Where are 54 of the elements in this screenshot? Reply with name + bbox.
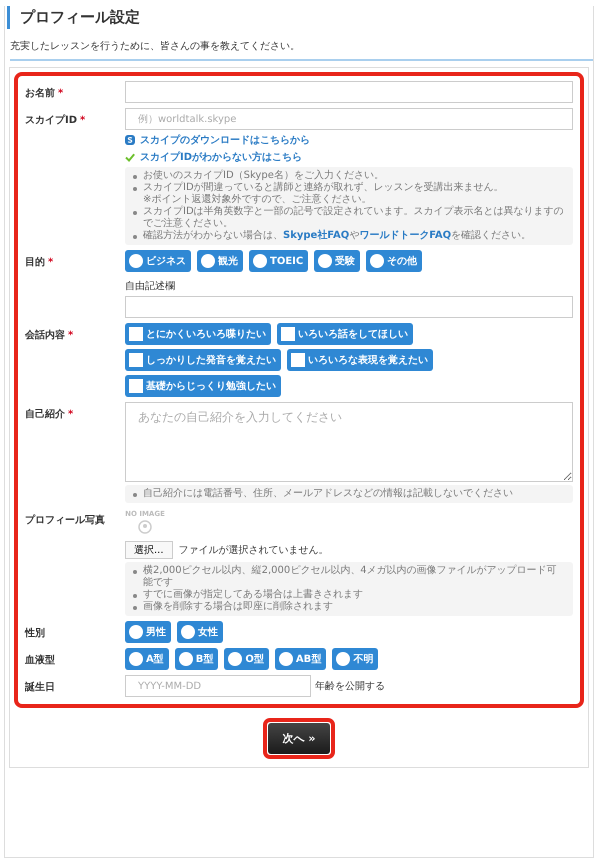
field-label: 目的 * xyxy=(25,256,54,270)
field-label: 会話内容 * xyxy=(25,328,74,343)
help-link[interactable]: スカイプIDがわからない方はこちら xyxy=(140,150,302,164)
next-button[interactable]: 次へ » xyxy=(268,723,330,754)
hint-text: 確認方法がわからない場合は、Skype社FAQやワールドトークFAQを確認ください。 xyxy=(133,230,565,242)
hint-text: 自己紹介には電話番号、住所、メールアドレスなどの情報は記載しないでください xyxy=(133,488,565,500)
hint-text: スカイプIDは半角英数字と一部の記号で設定されています。スカイプ表示名とは異なりますのでご注意ください。 xyxy=(133,206,565,230)
checkbox-option[interactable]: 基礎からじっくり勉強したい xyxy=(125,375,281,397)
text-area[interactable]: あなたの自己紹介を入力してください xyxy=(125,402,573,482)
radio-option[interactable]: O型 xyxy=(224,648,269,670)
checkbox-option[interactable]: とにかくいろいろ喋りたい xyxy=(125,323,271,345)
field-label: プロフィール写真 xyxy=(25,513,106,528)
field-label: スカイプID * xyxy=(25,113,86,128)
field-label: 自己紹介 * xyxy=(25,408,74,422)
placeholder-icon xyxy=(138,520,152,534)
radio-option[interactable]: AB型 xyxy=(274,648,326,670)
hint-text: 横2,000ピクセル以内、縦2,000ピクセル以内、4メガ以内の画像ファイルがアップロード可能です xyxy=(133,565,565,589)
file-select-button[interactable]: 選択... xyxy=(125,541,173,559)
hint-text: ※ポイント返還対象外ですので、ご注意ください。 xyxy=(142,194,372,206)
help-link[interactable]: スカイプのダウンロードはこちらから xyxy=(140,133,310,147)
hint-text: お使いのスカイプID（Skype名）をご入力ください。 xyxy=(133,170,565,182)
radio-option[interactable]: 女性 xyxy=(177,621,223,643)
field-label: 血液型 xyxy=(25,653,56,668)
checkbox-option[interactable]: しっかりした発音を覚えたい xyxy=(125,349,281,371)
age-public-text: 年齢を公開する xyxy=(315,680,385,693)
hint-text: スカイプIDが間違っていると講師と連絡が取れず、レッスンを受講出来ません。 xyxy=(133,182,565,194)
radio-option[interactable]: 観光 xyxy=(197,250,243,272)
date-field[interactable]: YYYY-MM-DD xyxy=(125,675,311,697)
checkbox-option[interactable]: いろいろな表現を覚えたい xyxy=(287,349,433,371)
text-field[interactable] xyxy=(125,296,573,318)
radio-option[interactable]: その他 xyxy=(366,250,422,272)
radio-option[interactable]: TOEIC xyxy=(249,250,308,272)
faq-link[interactable]: Skype社FAQ xyxy=(283,230,350,241)
file-status-text: ファイルが選択されていません。 xyxy=(178,544,329,557)
check-icon xyxy=(125,152,135,162)
intro-text: 充実したレッスンを行うために、皆さんの事を教えてください。 xyxy=(10,39,593,61)
hint-text: すでに画像が指定してある場合は上書きされます xyxy=(133,589,565,601)
field-label: 自由記述欄 xyxy=(125,280,176,293)
skype-icon xyxy=(125,135,135,145)
radio-option[interactable]: 不明 xyxy=(332,648,378,670)
faq-link[interactable]: ワールドトークFAQ xyxy=(359,230,452,241)
field-label: 誕生日 xyxy=(25,680,56,695)
radio-option[interactable]: A型 xyxy=(125,648,169,670)
field-label: お名前 * xyxy=(25,86,64,101)
checkbox-option[interactable]: いろいろ話をしてほしい xyxy=(277,323,413,345)
hint-text: 画像を削除する場合は即座に削除されます xyxy=(133,601,565,613)
page-title: プロフィール設定 xyxy=(7,6,593,29)
radio-option[interactable]: 男性 xyxy=(125,621,171,643)
radio-option[interactable]: 受験 xyxy=(314,250,360,272)
radio-option[interactable]: B型 xyxy=(174,648,218,670)
text-field[interactable]: 例）worldtalk.skype xyxy=(125,108,573,130)
text-field[interactable] xyxy=(125,81,573,103)
field-label: 性別 xyxy=(25,626,46,641)
radio-option[interactable]: ビジネス xyxy=(125,250,191,272)
